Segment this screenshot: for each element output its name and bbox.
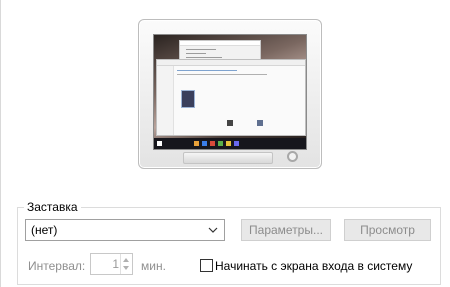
spinner-arrows[interactable] — [120, 254, 132, 274]
arrow-up-icon[interactable] — [123, 258, 129, 262]
settings-button[interactable]: Параметры... — [241, 219, 331, 241]
chevron-down-icon — [208, 227, 218, 233]
window-edge — [0, 0, 1, 287]
interval-spinner[interactable]: 1 — [90, 253, 133, 275]
interval-unit: мин. — [141, 259, 166, 273]
monitor-preview — [138, 19, 322, 169]
logon-checkbox[interactable] — [200, 259, 213, 272]
power-button-icon — [287, 151, 298, 162]
interval-value: 1 — [112, 257, 119, 271]
preview-screen — [153, 34, 307, 150]
arrow-down-icon[interactable] — [123, 266, 129, 270]
screensaver-select[interactable]: (нет) — [25, 219, 225, 241]
screensaver-selected-value: (нет) — [31, 223, 58, 237]
preview-button[interactable]: Просмотр — [344, 219, 431, 241]
screensaver-group-title: Заставка — [24, 200, 81, 214]
interval-label: Интервал: — [28, 259, 86, 273]
monitor-stand — [183, 152, 273, 164]
logon-checkbox-label[interactable]: Начинать с экрана входа в систему — [215, 259, 412, 273]
thumbnail-icon — [181, 90, 195, 108]
preview-taskbar — [154, 138, 306, 149]
preview-window-explorer — [156, 59, 306, 136]
